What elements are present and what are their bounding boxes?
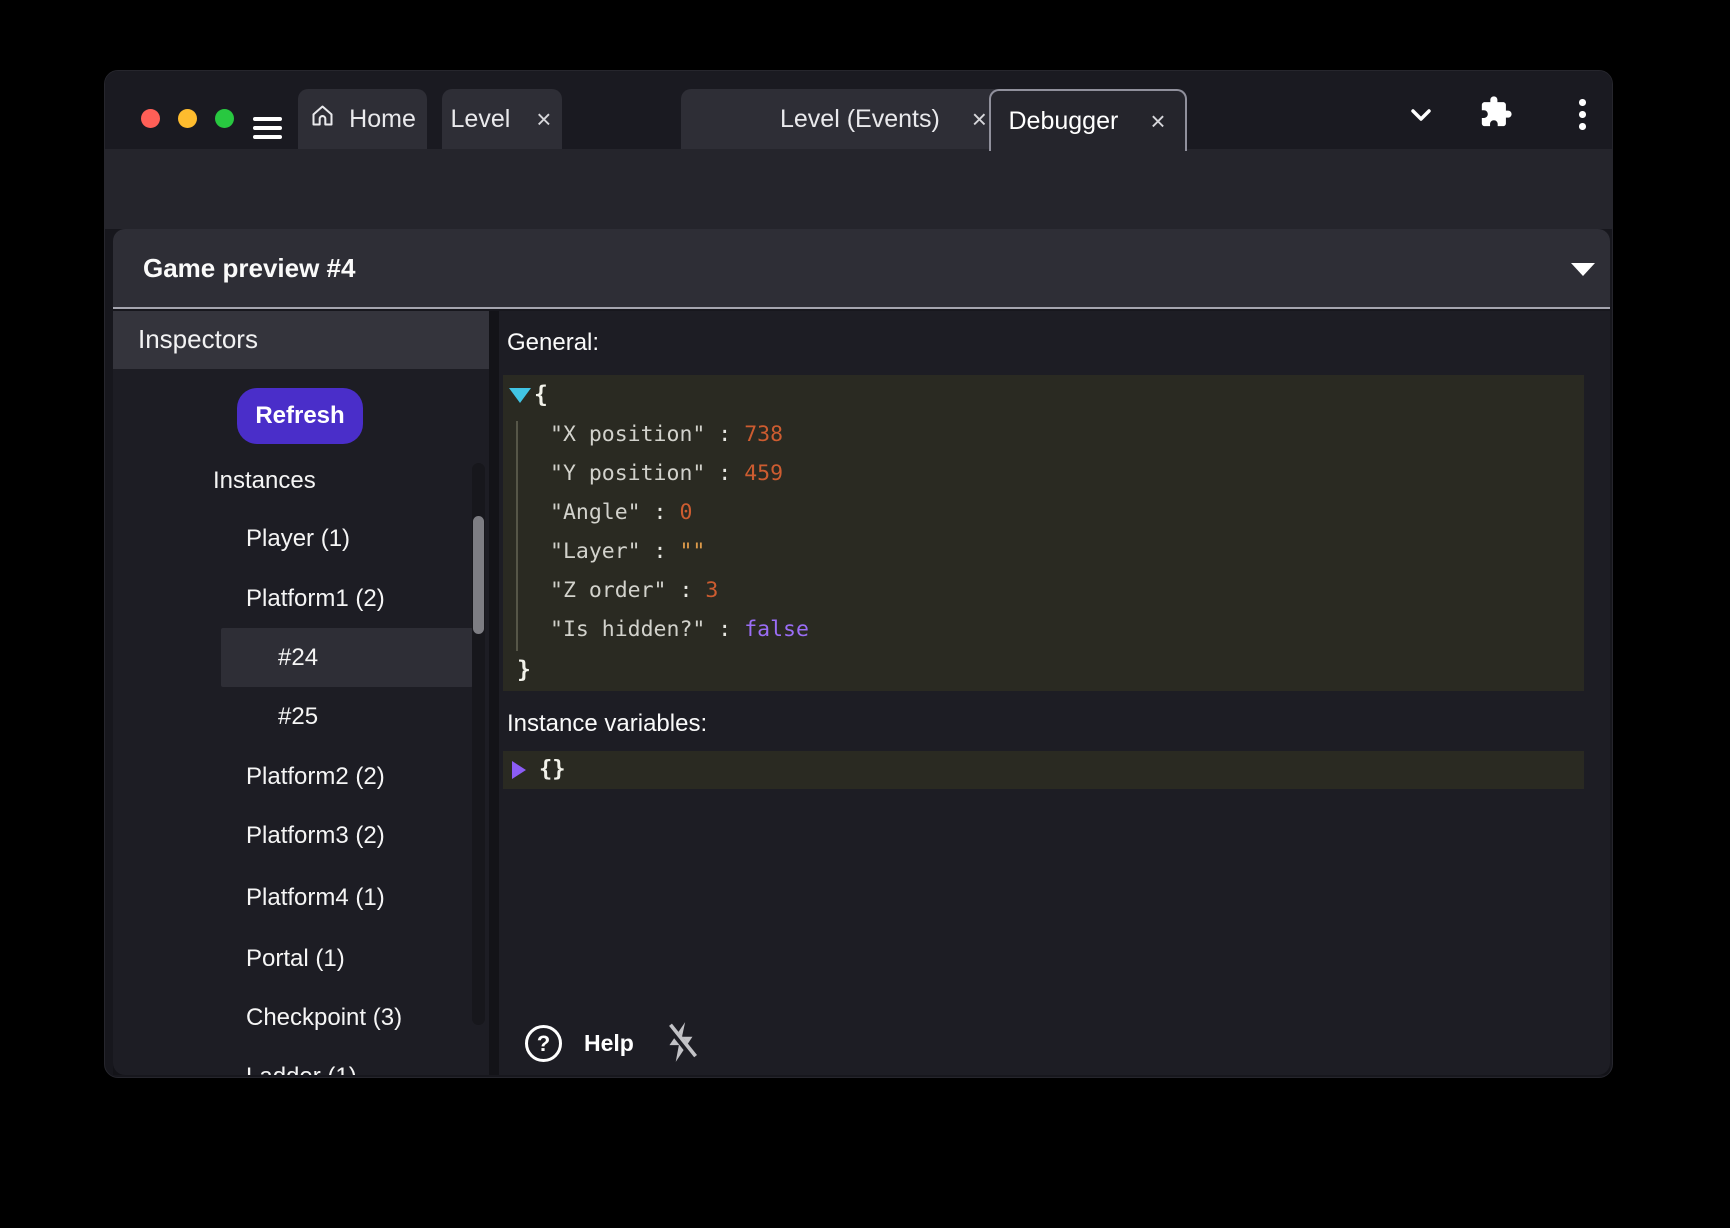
tree-label: Platform2 (2) [113, 763, 385, 790]
tree-item-platform3[interactable]: Platform3 (2) [113, 806, 473, 865]
caret-down-icon [1571, 263, 1595, 276]
close-brace: } [517, 657, 531, 683]
general-label: General: [507, 329, 599, 357]
sidebar-scrollbar-thumb[interactable] [473, 516, 484, 634]
tree-label: Platform3 (2) [113, 822, 385, 849]
json-line-z-order: "Z order" : 3 [550, 571, 809, 610]
close-icon[interactable]: × [1148, 108, 1167, 134]
tree-label: Ladder (1) [113, 1063, 357, 1075]
tree-label: Portal (1) [113, 945, 345, 972]
chevron-down-icon[interactable] [1405, 99, 1437, 136]
tab-debugger[interactable]: Debugger × [989, 89, 1187, 151]
json-line-is-hidden: "Is hidden?" : false [550, 610, 809, 649]
tree-item-24-selected[interactable]: #24 [221, 628, 473, 687]
tree-label: Instances [113, 467, 316, 494]
inspectors-header: Inspectors [113, 311, 489, 369]
game-preview-selector[interactable]: Game preview #4 [113, 229, 1610, 309]
tab-home[interactable]: Home [298, 89, 427, 149]
instance-variables-json-viewer: {} [503, 751, 1584, 789]
tab-label: Level (Events) [780, 105, 940, 134]
json-entries: "X position" : 738 "Y position" : 459 "A… [550, 415, 809, 649]
home-icon [309, 102, 336, 136]
inspector-detail-panel: General: { "X position" : 738 "Y positio… [499, 311, 1610, 1075]
debugger-window: Home Level × Level (Events) × Debugger × [104, 70, 1613, 1078]
json-line-y-position: "Y position" : 459 [550, 454, 809, 493]
tab-label: Debugger [1009, 107, 1119, 136]
expand-caret-icon[interactable] [512, 761, 526, 779]
close-icon[interactable]: × [534, 106, 553, 132]
traffic-light-minimize[interactable] [178, 109, 197, 128]
tree-label: #25 [113, 703, 318, 730]
tree-item-platform1[interactable]: Platform1 (2) [113, 569, 473, 628]
json-line-angle: "Angle" : 0 [550, 493, 809, 532]
tab-bar: Home Level × Level (Events) × Debugger × [105, 71, 1612, 149]
debugger-toolbar: Pause [105, 149, 1612, 229]
tree-item-portal[interactable]: Portal (1) [113, 929, 473, 988]
tree-label: Player (1) [113, 525, 350, 552]
tree-label: Checkpoint (3) [113, 1004, 402, 1031]
game-preview-label: Game preview #4 [143, 253, 355, 284]
close-icon[interactable]: × [970, 106, 989, 132]
hamburger-menu-icon[interactable] [253, 117, 282, 141]
indent-guide [516, 421, 518, 651]
help-label: Help [584, 1030, 634, 1057]
general-json-viewer: { "X position" : 738 "Y position" : 459 … [503, 375, 1584, 691]
content-area: Inspectors Refresh Instances Player (1) … [113, 311, 1610, 1075]
tab-label: Home [349, 105, 416, 134]
kebab-menu-icon[interactable] [1576, 99, 1588, 135]
refresh-button[interactable]: Refresh [237, 388, 363, 444]
tree-item-25[interactable]: #25 [113, 687, 473, 746]
extensions-puzzle-icon[interactable] [1479, 95, 1513, 134]
help-button[interactable]: ? Help [525, 1025, 634, 1062]
json-line-layer: "Layer" : "" [550, 532, 809, 571]
tree-label: #24 [221, 644, 318, 671]
open-brace: { [534, 382, 548, 408]
tree-item-ladder[interactable]: Ladder (1) [113, 1047, 473, 1075]
tree-item-platform2[interactable]: Platform2 (2) [113, 747, 473, 806]
tree-item-platform4[interactable]: Platform4 (1) [113, 868, 473, 927]
tab-label: Level [451, 105, 511, 134]
tree-label: Platform1 (2) [113, 585, 385, 612]
collapse-caret-icon[interactable] [509, 388, 531, 403]
tree-item-player[interactable]: Player (1) [113, 509, 473, 568]
tree-label: Platform4 (1) [113, 884, 385, 911]
help-question-icon: ? [525, 1025, 562, 1062]
inspectors-sidebar: Inspectors Refresh Instances Player (1) … [113, 311, 489, 1075]
tree-item-checkpoint[interactable]: Checkpoint (3) [113, 988, 473, 1047]
json-line-x-position: "X position" : 738 [550, 415, 809, 454]
traffic-light-zoom[interactable] [215, 109, 234, 128]
traffic-light-close[interactable] [141, 109, 160, 128]
tab-level[interactable]: Level × [442, 89, 562, 149]
instance-variables-label: Instance variables: [507, 710, 707, 738]
tree-item-instances[interactable]: Instances [113, 451, 473, 510]
empty-object-braces: {} [539, 751, 566, 789]
flash-off-icon[interactable] [659, 1019, 705, 1070]
